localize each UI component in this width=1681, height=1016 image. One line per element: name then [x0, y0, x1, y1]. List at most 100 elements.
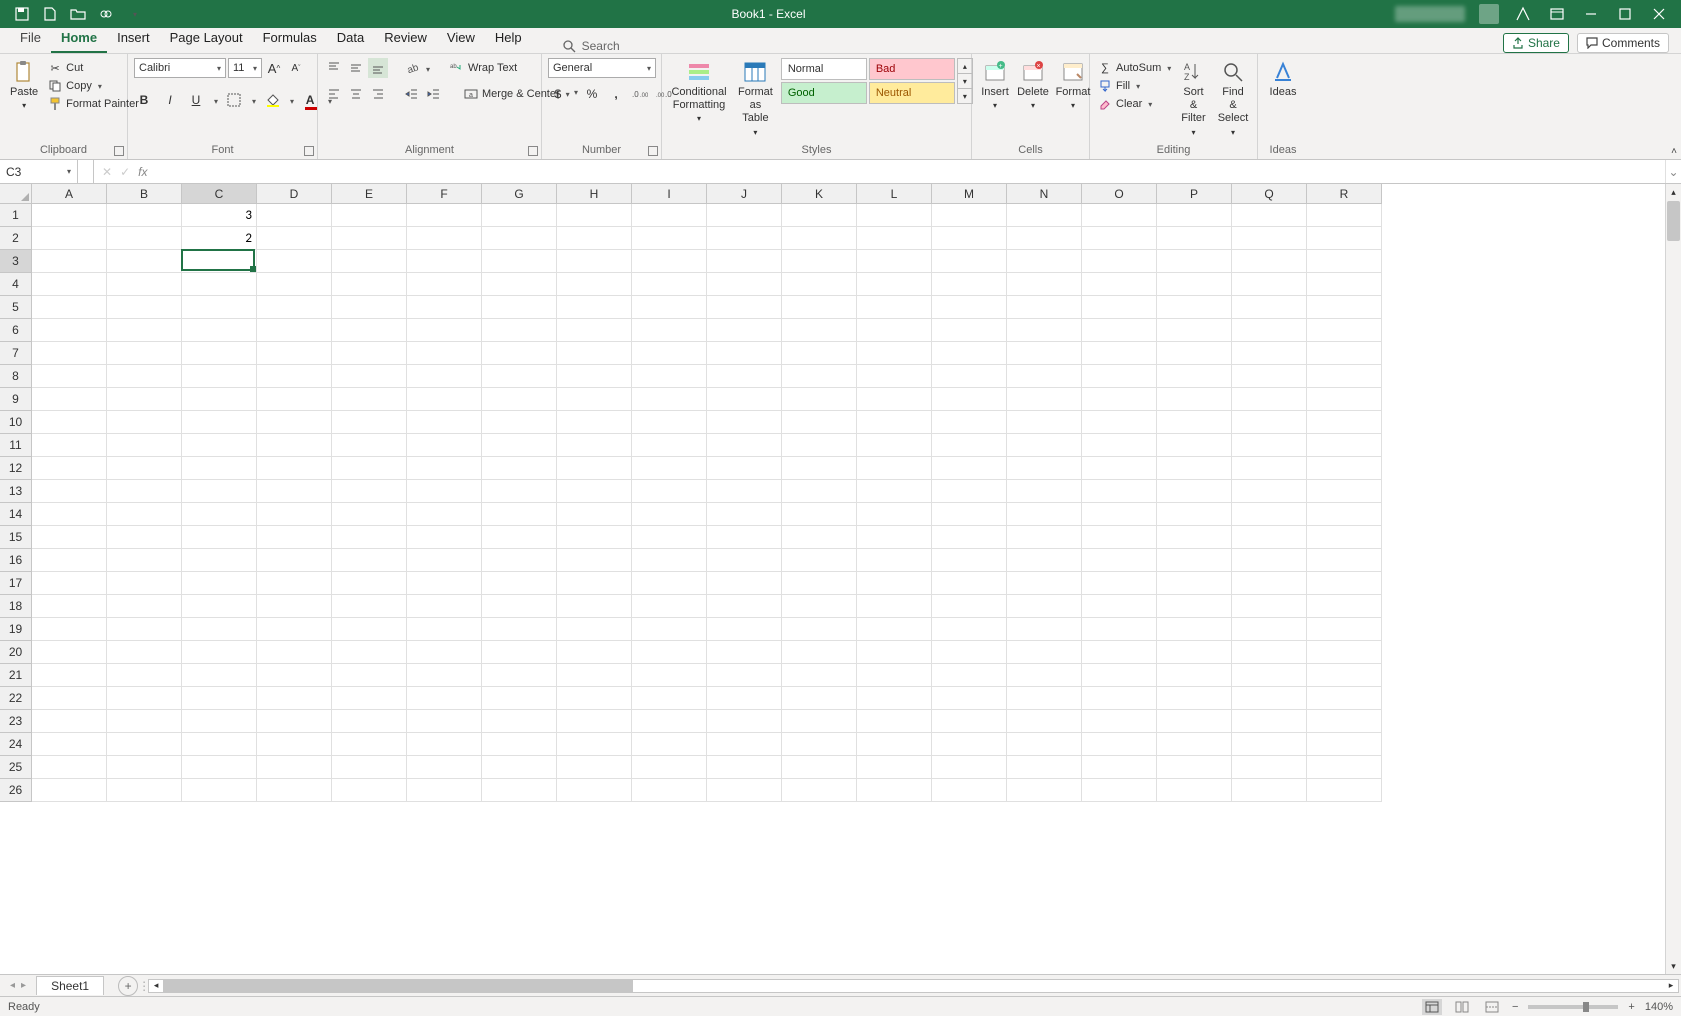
- cell[interactable]: [32, 319, 107, 342]
- cell[interactable]: [1157, 733, 1232, 756]
- cell[interactable]: [782, 503, 857, 526]
- bold-button[interactable]: B: [134, 90, 154, 110]
- cell[interactable]: [782, 779, 857, 802]
- cell[interactable]: [257, 480, 332, 503]
- cell[interactable]: [707, 342, 782, 365]
- cell[interactable]: [482, 411, 557, 434]
- cell[interactable]: [1007, 595, 1082, 618]
- cell[interactable]: [1007, 273, 1082, 296]
- cell[interactable]: [1307, 756, 1382, 779]
- cell[interactable]: [407, 664, 482, 687]
- cell[interactable]: [782, 664, 857, 687]
- cell[interactable]: [482, 319, 557, 342]
- cell[interactable]: [257, 204, 332, 227]
- share-button[interactable]: Share: [1503, 33, 1569, 53]
- cell[interactable]: [482, 388, 557, 411]
- cell[interactable]: [782, 227, 857, 250]
- cell[interactable]: [407, 572, 482, 595]
- cell[interactable]: [1082, 549, 1157, 572]
- increase-indent-button[interactable]: [424, 84, 444, 104]
- cell[interactable]: [932, 434, 1007, 457]
- cell[interactable]: [32, 618, 107, 641]
- cell[interactable]: [857, 434, 932, 457]
- autosum-button[interactable]: ∑AutoSum: [1096, 60, 1173, 76]
- cell[interactable]: [407, 434, 482, 457]
- cell[interactable]: [1007, 641, 1082, 664]
- cell[interactable]: [632, 273, 707, 296]
- ribbon-mode-icon[interactable]: [1547, 4, 1567, 24]
- cell[interactable]: [632, 595, 707, 618]
- cell[interactable]: [632, 388, 707, 411]
- cell[interactable]: [632, 204, 707, 227]
- cell[interactable]: [557, 434, 632, 457]
- column-header[interactable]: N: [1007, 184, 1082, 204]
- cancel-formula-button[interactable]: ✕: [102, 165, 112, 179]
- cell[interactable]: [107, 342, 182, 365]
- scroll-left-button[interactable]: ◂: [149, 980, 163, 992]
- zoom-slider[interactable]: [1528, 1005, 1618, 1009]
- cell[interactable]: [1007, 779, 1082, 802]
- cell[interactable]: [257, 388, 332, 411]
- cell[interactable]: [1082, 273, 1157, 296]
- cell[interactable]: [782, 641, 857, 664]
- cell[interactable]: [257, 342, 332, 365]
- cell[interactable]: [857, 227, 932, 250]
- cell[interactable]: [1007, 687, 1082, 710]
- qat-customize-icon[interactable]: [126, 6, 142, 22]
- quick-access-icon[interactable]: [98, 6, 114, 22]
- cell[interactable]: [857, 388, 932, 411]
- coming-soon-icon[interactable]: [1513, 4, 1533, 24]
- cell[interactable]: [857, 273, 932, 296]
- cell[interactable]: [707, 250, 782, 273]
- tab-help[interactable]: Help: [485, 26, 532, 53]
- cell[interactable]: [332, 480, 407, 503]
- cell[interactable]: [1307, 411, 1382, 434]
- cell[interactable]: [782, 342, 857, 365]
- cell-style-normal[interactable]: Normal: [781, 58, 867, 80]
- cell[interactable]: [557, 319, 632, 342]
- cell[interactable]: [1007, 434, 1082, 457]
- column-header[interactable]: A: [32, 184, 107, 204]
- cell[interactable]: [932, 503, 1007, 526]
- cell[interactable]: [107, 756, 182, 779]
- cell[interactable]: [1232, 319, 1307, 342]
- cell[interactable]: [257, 526, 332, 549]
- cell[interactable]: [182, 503, 257, 526]
- cell[interactable]: [257, 411, 332, 434]
- cell[interactable]: [1007, 411, 1082, 434]
- cell[interactable]: [707, 457, 782, 480]
- cell[interactable]: [782, 296, 857, 319]
- sheet-tab[interactable]: Sheet1: [36, 976, 104, 995]
- cell[interactable]: [632, 710, 707, 733]
- cell[interactable]: [1082, 779, 1157, 802]
- cell[interactable]: [407, 618, 482, 641]
- cell[interactable]: [1232, 572, 1307, 595]
- cell[interactable]: [557, 457, 632, 480]
- cell[interactable]: [32, 641, 107, 664]
- cell[interactable]: [257, 227, 332, 250]
- cell[interactable]: [1007, 365, 1082, 388]
- cell[interactable]: [32, 710, 107, 733]
- cell[interactable]: [857, 457, 932, 480]
- cell[interactable]: [932, 480, 1007, 503]
- cell[interactable]: [482, 296, 557, 319]
- cell[interactable]: [932, 204, 1007, 227]
- cell[interactable]: [1007, 618, 1082, 641]
- cell[interactable]: [407, 319, 482, 342]
- select-all-corner[interactable]: [0, 184, 32, 204]
- cell[interactable]: [1307, 388, 1382, 411]
- cell[interactable]: [557, 250, 632, 273]
- page-break-view-button[interactable]: [1482, 999, 1502, 1015]
- font-dialog-launcher[interactable]: [304, 146, 314, 156]
- cell[interactable]: [482, 365, 557, 388]
- cell[interactable]: [782, 319, 857, 342]
- percent-format-button[interactable]: %: [582, 84, 602, 104]
- cell[interactable]: [782, 733, 857, 756]
- cell[interactable]: [32, 365, 107, 388]
- orientation-dropdown[interactable]: [424, 61, 430, 75]
- cell[interactable]: [557, 687, 632, 710]
- copy-button[interactable]: Copy: [46, 78, 141, 94]
- number-format-combo[interactable]: General▾: [548, 58, 656, 78]
- cell[interactable]: [1082, 434, 1157, 457]
- cell[interactable]: [932, 457, 1007, 480]
